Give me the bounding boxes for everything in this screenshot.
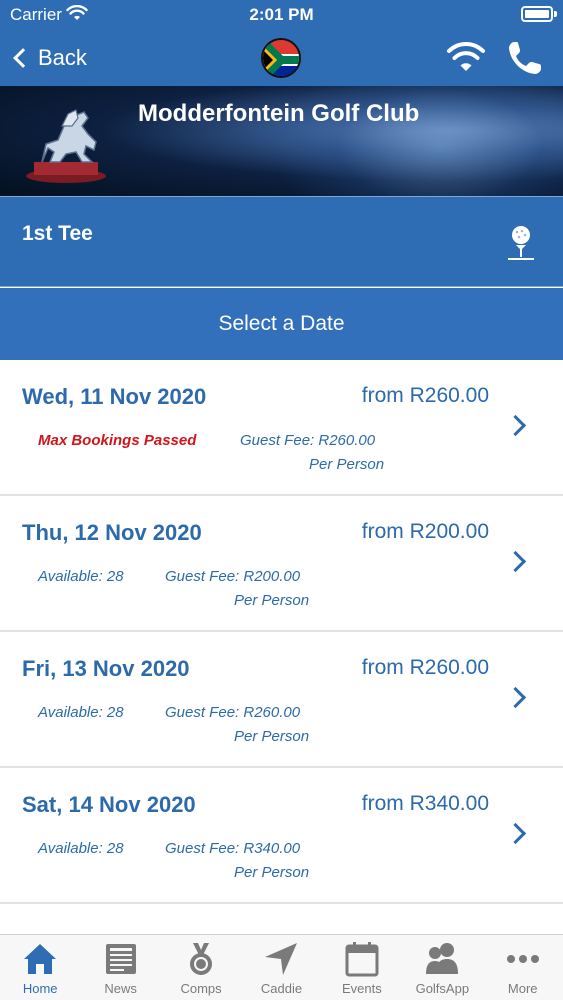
battery-icon bbox=[521, 6, 553, 22]
row-guest-fee: Guest Fee: R260.00 bbox=[240, 432, 376, 449]
chevron-right-icon bbox=[504, 414, 527, 437]
status-time: 2:01 PM bbox=[249, 5, 314, 24]
calendar-icon bbox=[344, 941, 380, 977]
row-per-person: Per Person bbox=[234, 592, 310, 609]
club-name: Modderfontein Golf Club bbox=[138, 100, 420, 127]
date-row[interactable]: Fri, 13 Nov 2020 from R260.00 Available:… bbox=[0, 632, 563, 768]
tab-comps[interactable]: Comps bbox=[161, 935, 241, 1000]
club-header: Modderfontein Golf Club bbox=[0, 86, 563, 196]
row-availability: Available: 28 bbox=[38, 840, 124, 857]
people-icon bbox=[424, 941, 460, 977]
south-africa-flag-icon bbox=[261, 38, 301, 78]
row-price: from R260.00 bbox=[361, 384, 489, 407]
wifi-icon[interactable] bbox=[446, 40, 486, 79]
tab-label: Caddie bbox=[260, 981, 303, 996]
row-guest-fee: Guest Fee: R200.00 bbox=[165, 568, 301, 585]
row-guest-fee: Guest Fee: R260.00 bbox=[165, 704, 301, 721]
chevron-right-icon bbox=[504, 550, 527, 573]
newspaper-icon bbox=[103, 941, 139, 977]
row-price: from R200.00 bbox=[361, 520, 489, 543]
tab-label: Comps bbox=[180, 981, 222, 996]
battery-tip bbox=[554, 11, 557, 17]
back-label: Back bbox=[38, 45, 87, 70]
phone-icon[interactable] bbox=[506, 39, 544, 82]
tab-golfsapp[interactable]: GolfsApp bbox=[402, 935, 482, 1000]
horse-statue-logo bbox=[22, 104, 110, 184]
tab-events[interactable]: Events bbox=[322, 935, 402, 1000]
chevron-right-icon bbox=[504, 822, 527, 845]
tab-label: More bbox=[507, 981, 538, 996]
row-availability: Available: 28 bbox=[38, 704, 124, 721]
row-availability: Available: 28 bbox=[38, 568, 124, 585]
tab-label: Home bbox=[22, 981, 58, 996]
date-list: Wed, 11 Nov 2020 from R260.00 Max Bookin… bbox=[0, 360, 563, 904]
tab-bar: Home News Comps Caddie Events GolfsApp M… bbox=[0, 934, 563, 1000]
tee-label: 1st Tee bbox=[22, 222, 93, 245]
tab-news[interactable]: News bbox=[80, 935, 160, 1000]
tab-more[interactable]: More bbox=[483, 935, 563, 1000]
row-date: Fri, 13 Nov 2020 bbox=[22, 656, 190, 681]
navigation-arrow-icon bbox=[263, 941, 299, 977]
home-icon bbox=[22, 941, 58, 977]
row-per-person: Per Person bbox=[234, 728, 310, 745]
row-per-person: Per Person bbox=[234, 864, 310, 881]
medal-icon bbox=[183, 941, 219, 977]
row-date: Wed, 11 Nov 2020 bbox=[22, 384, 207, 409]
tab-label: Events bbox=[342, 981, 382, 996]
row-price: from R260.00 bbox=[361, 656, 489, 679]
nav-bar: Back bbox=[0, 30, 563, 86]
more-dots-icon bbox=[505, 941, 541, 977]
date-row[interactable]: Thu, 12 Nov 2020 from R200.00 Available:… bbox=[0, 496, 563, 632]
tab-label: GolfsApp bbox=[415, 981, 470, 996]
tee-selector[interactable]: 1st Tee bbox=[0, 196, 563, 287]
date-row[interactable]: Wed, 11 Nov 2020 from R260.00 Max Bookin… bbox=[0, 360, 563, 496]
row-guest-fee: Guest Fee: R340.00 bbox=[165, 840, 301, 857]
chevron-right-icon bbox=[504, 686, 527, 709]
golf-ball-on-tee-icon bbox=[507, 225, 535, 266]
row-price: from R340.00 bbox=[361, 792, 489, 815]
select-date-header: Select a Date bbox=[0, 288, 563, 360]
chevron-left-icon bbox=[13, 48, 33, 68]
row-date: Thu, 12 Nov 2020 bbox=[22, 520, 202, 545]
row-date: Sat, 14 Nov 2020 bbox=[22, 792, 196, 817]
date-row[interactable]: Sat, 14 Nov 2020 from R340.00 Available:… bbox=[0, 768, 563, 904]
tab-home[interactable]: Home bbox=[0, 935, 80, 1000]
tab-label: News bbox=[104, 981, 137, 996]
row-per-person: Per Person bbox=[309, 456, 385, 473]
row-availability: Max Bookings Passed bbox=[38, 432, 197, 449]
tab-caddie[interactable]: Caddie bbox=[241, 935, 321, 1000]
back-button[interactable]: Back bbox=[10, 40, 87, 76]
status-bar: Carrier 2:01 PM bbox=[0, 0, 563, 30]
